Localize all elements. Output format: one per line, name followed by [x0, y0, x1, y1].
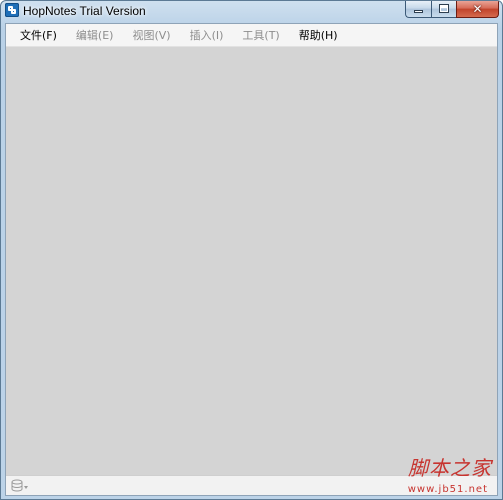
maximize-icon: [439, 4, 449, 13]
status-bar: [6, 475, 497, 495]
close-button[interactable]: ✕: [456, 1, 499, 18]
title-bar[interactable]: HopNotes Trial Version ✕: [1, 1, 502, 23]
minimize-icon: [414, 10, 423, 13]
menu-file[interactable]: 文件(F): [12, 25, 65, 45]
close-icon: ✕: [472, 2, 483, 16]
maximize-button[interactable]: [431, 1, 456, 18]
menu-view[interactable]: 视图(V): [124, 25, 178, 45]
app-window: HopNotes Trial Version ✕ 文件(F) 编辑(E) 视图(…: [0, 0, 503, 500]
client-area: 文件(F) 编辑(E) 视图(V) 插入(I) 工具(T) 帮助(H): [5, 23, 498, 496]
menu-bar: 文件(F) 编辑(E) 视图(V) 插入(I) 工具(T) 帮助(H): [6, 24, 497, 47]
hopnotes-app-icon[interactable]: [5, 3, 19, 17]
menu-help[interactable]: 帮助(H): [291, 25, 346, 45]
menu-edit[interactable]: 编辑(E): [68, 25, 122, 45]
database-sync-icon[interactable]: [11, 479, 29, 493]
window-controls: ✕: [405, 1, 499, 19]
menu-tools[interactable]: 工具(T): [234, 25, 287, 45]
minimize-button[interactable]: [405, 1, 431, 18]
window-title: HopNotes Trial Version: [23, 4, 146, 18]
main-workspace: [6, 47, 497, 475]
menu-insert[interactable]: 插入(I): [182, 25, 232, 45]
